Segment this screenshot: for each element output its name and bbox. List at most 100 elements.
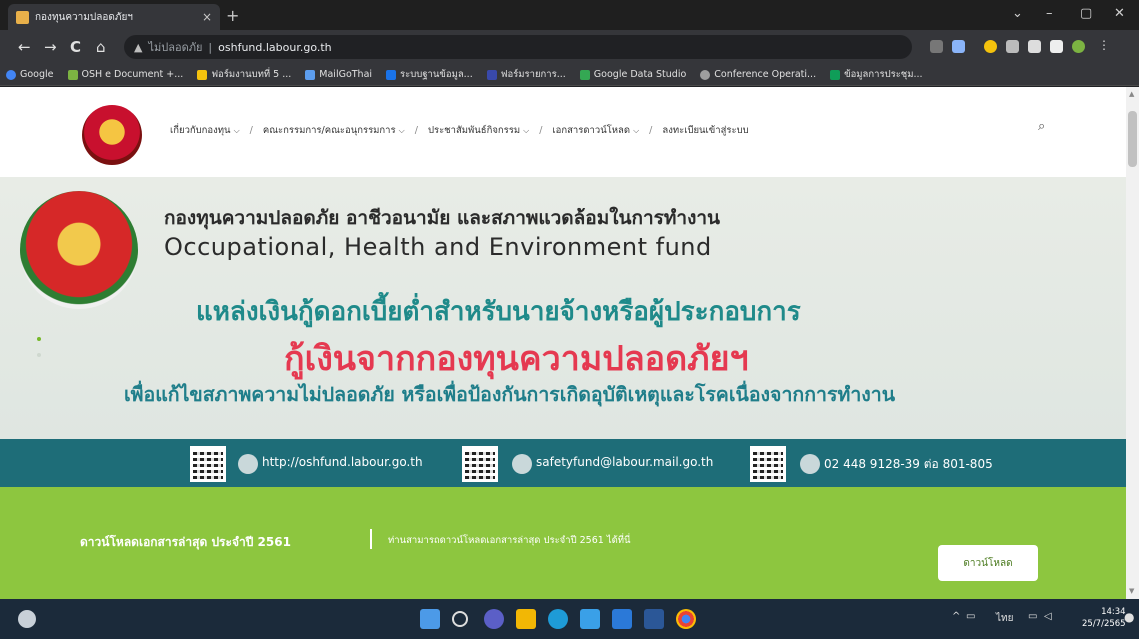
download-section: ดาวน์โหลดเอกสารล่าสุด ประจำปี 2561 ท่านส… (0, 487, 1126, 599)
site-header: เกี่ยวกับกองทุน ⌵ / คณะกรรมการ/คณะอนุกรร… (0, 87, 1126, 177)
mail-icon (512, 454, 532, 474)
bookmark-favicon-icon (197, 69, 208, 80)
notification-icon[interactable]: ● (1124, 610, 1134, 624)
scroll-up-icon[interactable]: ▲ (1129, 90, 1134, 98)
bookmark-item[interactable]: ข้อมูลการประชุม... (830, 67, 923, 82)
security-label: ไม่ปลอดภัย (148, 41, 203, 54)
bookmarks-bar: Google OSH e Document +... ฟอร์มงานบทที่… (0, 64, 1139, 86)
clock-time: 14:34 (1101, 607, 1126, 617)
site-favicon-icon (16, 10, 29, 24)
banner-subline: เพื่อแก้ไขสภาพความไม่ปลอดภัย หรือเพื่อป้… (124, 383, 896, 406)
network-icon[interactable]: ▭ (966, 611, 975, 622)
extension-icon[interactable] (984, 40, 997, 53)
bookmark-item[interactable]: ระบบฐานข้อมูล... (386, 67, 473, 82)
word-icon[interactable] (644, 609, 664, 629)
widgets-icon[interactable] (18, 610, 36, 628)
site-logo[interactable] (82, 105, 142, 165)
close-tab-icon[interactable]: × (202, 10, 212, 24)
page-viewport: เกี่ยวกับกองทุน ⌵ / คณะกรรมการ/คณะอนุกรร… (0, 87, 1126, 599)
banner-highlight: กู้เงินจากกองทุนความปลอดภัยฯ (284, 339, 749, 379)
menu-separator: / (249, 125, 253, 136)
input-language[interactable]: ไทย (996, 611, 1013, 626)
data-studio-icon (579, 69, 590, 80)
address-bar[interactable]: ▲ ไม่ปลอดภัย | oshfund.labour.go.th (124, 35, 912, 59)
bookmark-item[interactable]: Google (6, 69, 54, 80)
extension-icon[interactable] (1006, 40, 1019, 53)
fund-seal-logo (20, 191, 138, 309)
banner-headline: แหล่งเงินกู้ดอกเบี้ยต่ำสำหรับนายจ้างหรือ… (196, 297, 801, 327)
system-clock[interactable]: 14:34 25/7/2565 (1082, 606, 1126, 630)
warning-icon: ▲ (134, 40, 143, 54)
back-icon[interactable]: ← (18, 38, 31, 56)
minimize-button[interactable]: – (1046, 6, 1053, 21)
chevron-down-icon: ⌵ (233, 126, 240, 135)
bookmark-favicon-icon (830, 69, 841, 80)
scrollbar-thumb[interactable] (1128, 111, 1137, 167)
bookmark-item[interactable]: OSH e Document +... (67, 69, 183, 80)
qr-code-website (190, 446, 226, 482)
url-text[interactable]: oshfund.labour.go.th (218, 41, 332, 54)
profile-avatar[interactable] (1072, 40, 1085, 53)
browser-tab[interactable]: กองทุนความปลอดภัยฯ × (8, 4, 220, 30)
bookmark-item[interactable]: ฟอร์มงานบทที่ 5 ... (197, 67, 291, 82)
search-icon[interactable]: ⌕ (1038, 119, 1045, 134)
extensions-puzzle-icon[interactable] (1028, 40, 1041, 53)
bookmark-star-icon[interactable] (952, 40, 965, 53)
scroll-down-icon[interactable]: ▼ (1129, 587, 1134, 595)
search-icon[interactable] (452, 611, 468, 627)
start-icon[interactable] (420, 609, 440, 629)
page-scrollbar[interactable]: ▲ ▼ (1126, 87, 1139, 599)
qr-code-phone (750, 446, 786, 482)
side-panel-icon[interactable] (1050, 40, 1063, 53)
address-separator: | (208, 40, 213, 54)
slider-dot-active[interactable] (37, 337, 41, 341)
globe-icon (238, 454, 258, 474)
bookmark-item[interactable]: ฟอร์มรายการ... (486, 67, 566, 82)
slider-dots (37, 337, 41, 369)
contact-bar: http://oshfund.labour.go.th safetyfund@l… (0, 439, 1126, 489)
forward-icon[interactable]: → (44, 38, 57, 56)
speaker-icon[interactable]: ◁ (1044, 611, 1052, 622)
slider-dot[interactable] (37, 353, 41, 357)
browser-toolbar: ← → C ⌂ ▲ ไม่ปลอดภัย | oshfund.labour.go… (0, 30, 1139, 64)
download-description: ท่านสามารถดาวน์โหลดเอกสารล่าสุด ประจำปี … (388, 535, 631, 546)
store-icon[interactable] (580, 609, 600, 629)
display-icon[interactable]: ▭ (1028, 611, 1037, 622)
share-icon[interactable] (930, 40, 943, 53)
hero-banner[interactable]: กองทุนความปลอดภัย อาชีวอนามัย และสภาพแวด… (0, 177, 1126, 489)
phone-icon (800, 454, 820, 474)
menu-item-committee[interactable]: คณะกรรมการ/คณะอนุกรรมการ ⌵ (263, 123, 405, 138)
banner-thai-title: กองทุนความปลอดภัย อาชีวอนามัย และสภาพแวด… (164, 207, 721, 229)
mail-app-icon[interactable] (612, 609, 632, 629)
download-button[interactable]: ดาวน์โหลด (938, 545, 1038, 581)
teams-chat-icon[interactable] (484, 609, 504, 629)
file-explorer-icon[interactable] (516, 609, 536, 629)
home-icon[interactable]: ⌂ (96, 38, 106, 56)
edge-icon[interactable] (548, 609, 568, 629)
menu-item-login[interactable]: ลงทะเบียนเข้าสู่ระบบ (662, 123, 748, 138)
bookmark-item[interactable]: Google Data Studio (579, 69, 686, 80)
download-divider (370, 529, 372, 549)
menu-item-news[interactable]: ประชาสัมพันธ์กิจกรรม ⌵ (428, 123, 529, 138)
contact-website: http://oshfund.labour.go.th (262, 455, 423, 469)
maximize-button[interactable]: ▢ (1080, 6, 1092, 21)
bookmark-item[interactable]: Conference Operati... (700, 69, 816, 80)
menu-separator: / (414, 125, 418, 136)
windows-taskbar: ^ ▭ ไทย ▭ ◁ 14:34 25/7/2565 ● (0, 599, 1139, 639)
tab-search-icon[interactable]: ⌄ (1012, 6, 1023, 21)
bookmark-favicon-icon (486, 69, 497, 80)
reload-icon[interactable]: C (70, 38, 81, 56)
chrome-icon[interactable] (676, 609, 696, 629)
chevron-down-icon: ⌵ (398, 126, 405, 135)
tray-overflow-icon[interactable]: ^ (952, 611, 960, 622)
download-title: ดาวน์โหลดเอกสารล่าสุด ประจำปี 2561 (80, 535, 291, 549)
menu-item-about[interactable]: เกี่ยวกับกองทุน ⌵ (170, 123, 240, 138)
close-window-button[interactable]: ✕ (1114, 6, 1125, 21)
menu-item-downloads[interactable]: เอกสารดาวน์โหลด ⌵ (552, 123, 639, 138)
google-icon (6, 69, 16, 80)
bookmark-item[interactable]: MailGoThai (305, 69, 372, 80)
more-menu-icon[interactable]: ⋮ (1098, 38, 1111, 52)
new-tab-button[interactable]: + (226, 6, 239, 25)
contact-phone: 02 448 9128-39 ต่อ 801-805 (824, 457, 993, 471)
banner-english-title: Occupational, Health and Environment fun… (164, 233, 712, 261)
